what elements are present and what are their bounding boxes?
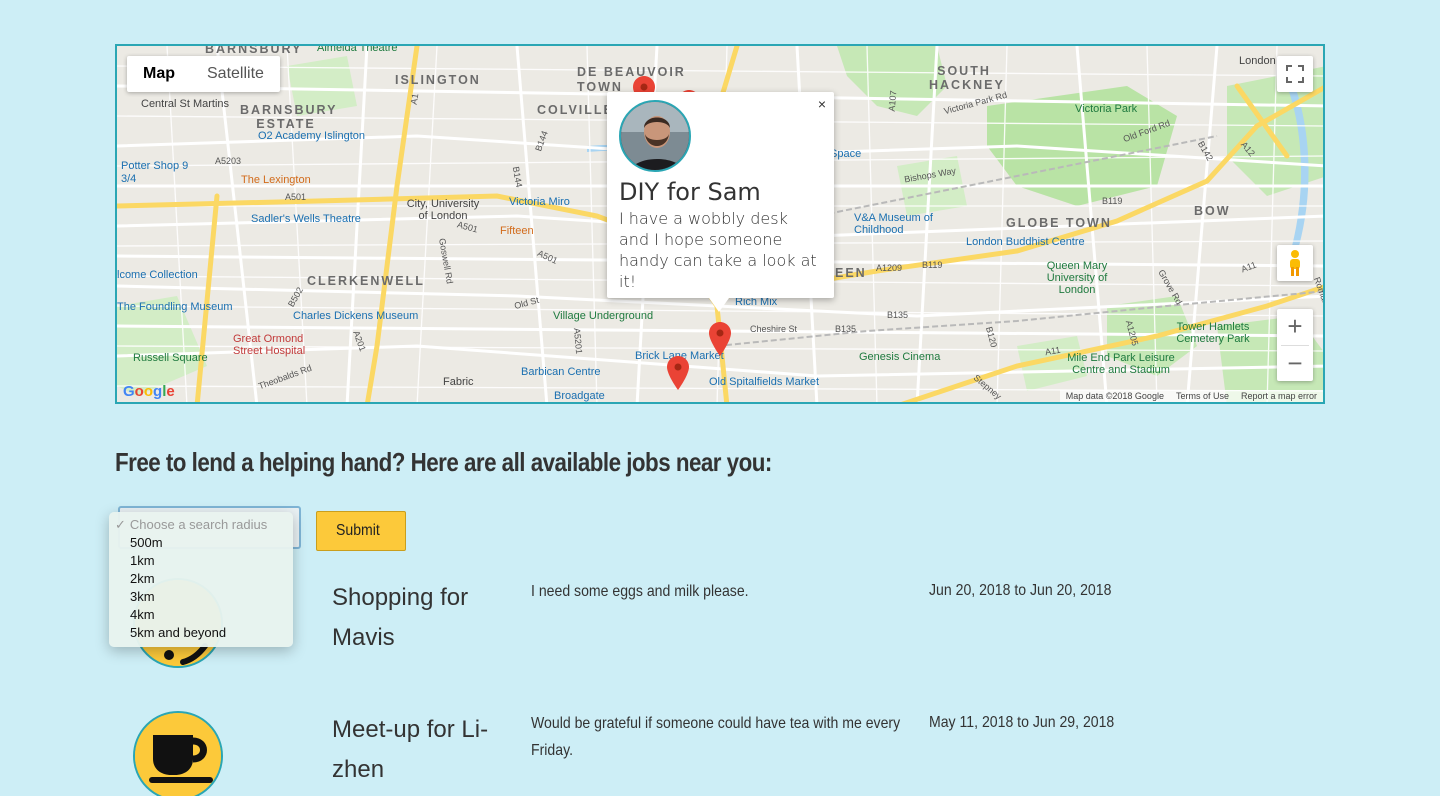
radius-option[interactable]: 4km <box>109 606 293 624</box>
poi-label: Charles Dickens Museum <box>293 310 419 322</box>
map[interactable]: BARNSBURY ISLINGTON DE BEAUVOIR TOWN SOU… <box>115 44 1325 404</box>
fullscreen-button[interactable] <box>1277 56 1313 92</box>
map-marker-pin[interactable] <box>667 356 689 390</box>
poi-label: City, University of London <box>406 198 480 222</box>
map-type-map-button[interactable]: Map <box>127 56 191 92</box>
road-label: A5201 <box>571 327 585 355</box>
poi-label: Mile End Park Leisure Centre and Stadium <box>1067 352 1175 376</box>
poi-label: Victoria Miro <box>509 196 570 208</box>
poi-label: Old Spitalfields Market <box>709 376 820 388</box>
street-view-button[interactable] <box>1277 245 1313 281</box>
map-data-credit: Map data ©2018 Google <box>1065 391 1164 401</box>
poi-label: Genesis Cinema <box>859 351 941 363</box>
map-type-control: Map Satellite <box>127 56 280 92</box>
poi-label: The Foundling Museum <box>117 301 233 313</box>
poi-label: Sadler's Wells Theatre <box>251 213 361 225</box>
job-description-text: Would be grateful if someone could have … <box>531 715 901 759</box>
job-dates: May 11, 2018 to Jun 29, 2018 <box>929 714 1140 732</box>
submit-button[interactable]: Submit <box>316 511 406 551</box>
radius-dropdown: ✓ Choose a search radius 500m 1km 2km 3km… <box>109 512 293 647</box>
poi-label: O2 Academy Islington <box>258 130 366 142</box>
info-window-body: I have a wobbly desk and I hope someone … <box>619 209 817 291</box>
radius-option[interactable]: 2km <box>109 570 293 588</box>
map-footer: Map data ©2018 Google Terms of Use Repor… <box>1059 390 1323 402</box>
road-label: Cheshire St <box>750 324 798 334</box>
poi-label: Queen Mary University of London <box>1046 260 1108 296</box>
job-description: I need some eggs and milk please. <box>531 578 911 605</box>
poi-label: London Buddhist Centre <box>966 236 1085 248</box>
radius-option[interactable]: 500m <box>109 534 293 552</box>
poi-label: Almeida Theatre <box>317 44 398 54</box>
poi-label: Central St Martins <box>141 98 230 110</box>
poi-label: Great Ormond Street Hospital <box>233 333 306 357</box>
report-map-error-link[interactable]: Report a map error <box>1241 391 1317 401</box>
job-icon <box>133 711 223 796</box>
poi-label: lcome Collection <box>117 269 198 281</box>
poi-label: Barbican Centre <box>521 366 601 378</box>
poi-label: Broadgate <box>554 390 605 402</box>
close-icon[interactable]: × <box>818 96 826 112</box>
road-label: B119 <box>1102 196 1123 206</box>
zoom-in-button[interactable]: + <box>1277 309 1313 345</box>
avatar-photo <box>621 102 689 170</box>
submit-label: Submit <box>336 522 380 539</box>
poi-label: Tower Hamlets Cemetery Park <box>1176 321 1250 345</box>
check-icon: ✓ <box>115 517 126 532</box>
pegman-icon <box>1290 250 1300 276</box>
poi-label: Fabric <box>443 376 474 388</box>
district-label: SOUTH HACKNEY <box>929 64 1005 92</box>
poi-label: The Lexington <box>241 174 311 186</box>
zoom-out-button[interactable]: − <box>1277 345 1313 381</box>
district-label: ISLINGTON <box>395 73 481 87</box>
district-label: BARNSBURY ESTATE <box>240 103 338 131</box>
zoom-control: + − <box>1277 309 1313 381</box>
radius-option[interactable]: 3km <box>109 588 293 606</box>
poi-label: Russell Square <box>133 352 208 364</box>
road-label: A107 <box>886 90 899 112</box>
poi-label: Potter Shop 9 3/4 <box>121 160 189 185</box>
district-label: GLOBE TOWN <box>1006 216 1112 230</box>
district-label: CLERKENWELL <box>307 274 425 288</box>
road-label: A501 <box>285 192 307 202</box>
google-logo: Google <box>123 383 175 400</box>
job-title: Shopping for Mavis <box>332 584 469 651</box>
map-marker-pin[interactable] <box>709 322 731 356</box>
job-title: Meet-up for Li-zhen <box>332 716 489 783</box>
poi-label: Victoria Park <box>1075 103 1138 115</box>
job-dates: Jun 20, 2018 to Jun 20, 2018 <box>929 582 1136 600</box>
job-dates-text: May 11, 2018 to Jun 29, 2018 <box>929 714 1115 731</box>
map-type-satellite-button[interactable]: Satellite <box>191 56 280 92</box>
radius-option-placeholder: ✓ Choose a search radius <box>115 517 268 532</box>
terms-of-use-link[interactable]: Terms of Use <box>1176 391 1229 401</box>
district-label: EEN <box>835 266 867 280</box>
poi-label: V&A Museum of Childhood <box>854 212 933 236</box>
road-label: A1 <box>408 92 421 106</box>
road-label: B135 <box>887 310 909 320</box>
info-window: × DIY for Sam I have a wobbly desk and I… <box>607 92 834 312</box>
road-label: A1209 <box>876 263 903 273</box>
info-window-title: DIY for Sam <box>619 178 761 206</box>
district-label: COLVILLE <box>537 103 614 117</box>
fullscreen-icon <box>1286 65 1304 83</box>
page-title: Free to lend a helping hand? Here are al… <box>115 447 772 477</box>
avatar <box>619 100 691 172</box>
job-description-text: I need some eggs and milk please. <box>531 583 749 600</box>
district-label: BARNSBURY <box>205 44 303 56</box>
district-label: BOW <box>1194 204 1231 218</box>
road-label: B135 <box>835 324 857 334</box>
poi-label: Village Underground <box>553 310 654 322</box>
poi-label: Fifteen <box>500 225 534 237</box>
job-description: Would be grateful if someone could have … <box>531 710 911 764</box>
coffee-cup-icon <box>135 713 221 796</box>
road-label: A5203 <box>215 156 242 166</box>
road-label: B119 <box>922 260 943 270</box>
radius-option[interactable]: 5km and beyond <box>109 624 293 642</box>
radius-option[interactable]: 1km <box>109 552 293 570</box>
job-dates-text: Jun 20, 2018 to Jun 20, 2018 <box>929 582 1112 599</box>
poi-label: Space <box>830 148 862 160</box>
